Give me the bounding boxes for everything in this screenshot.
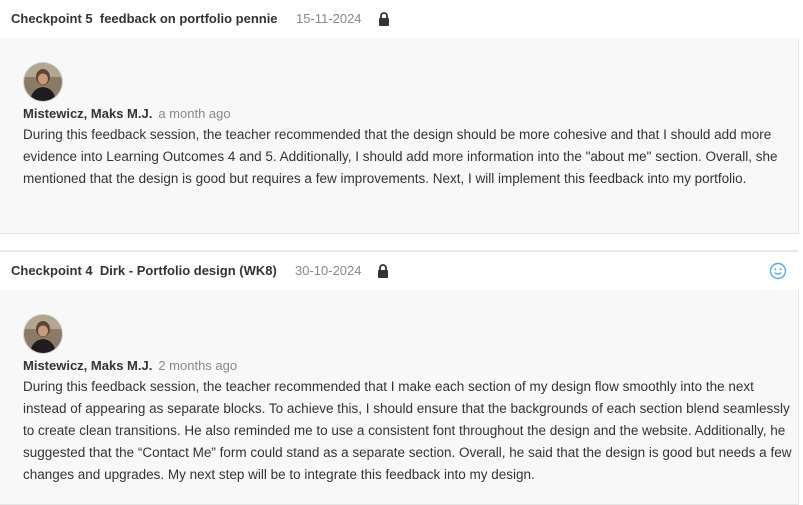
- card-header[interactable]: Checkpoint 4 Dirk - Portfolio design (WK…: [0, 252, 798, 290]
- card-header[interactable]: Checkpoint 5 feedback on portfolio penni…: [0, 0, 798, 38]
- comment-time: a month ago: [158, 106, 231, 121]
- smiley-icon[interactable]: [769, 262, 787, 280]
- comment-author: Mistewicz, Maks M.J. 2 months ago: [23, 358, 238, 373]
- comment-text: During this feedback session, the teache…: [23, 379, 792, 482]
- comment-body: Mistewicz, Maks M.J. a month ago During t…: [0, 38, 799, 234]
- comment-text: During this feedback session, the teache…: [23, 127, 778, 186]
- lock-icon: [378, 264, 388, 278]
- comment-author: Mistewicz, Maks M.J. a month ago: [23, 106, 231, 121]
- checkpoint-title: Checkpoint 4 Dirk - Portfolio design (WK…: [11, 263, 277, 278]
- checkpoint-title: Checkpoint 5 feedback on portfolio penni…: [11, 11, 278, 26]
- avatar: [24, 315, 62, 353]
- avatar: [24, 63, 62, 101]
- checkpoint-date: 15-11-2024: [296, 11, 362, 26]
- feedback-card-checkpoint-5: Checkpoint 5 feedback on portfolio penni…: [0, 0, 799, 234]
- checkpoint-date: 30-10-2024: [295, 263, 362, 278]
- comment-body: Mistewicz, Maks M.J. 2 months ago During …: [0, 290, 799, 505]
- lock-icon: [379, 12, 389, 26]
- comment-time: 2 months ago: [158, 358, 238, 373]
- feedback-card-checkpoint-4: Checkpoint 4 Dirk - Portfolio design (WK…: [0, 252, 799, 505]
